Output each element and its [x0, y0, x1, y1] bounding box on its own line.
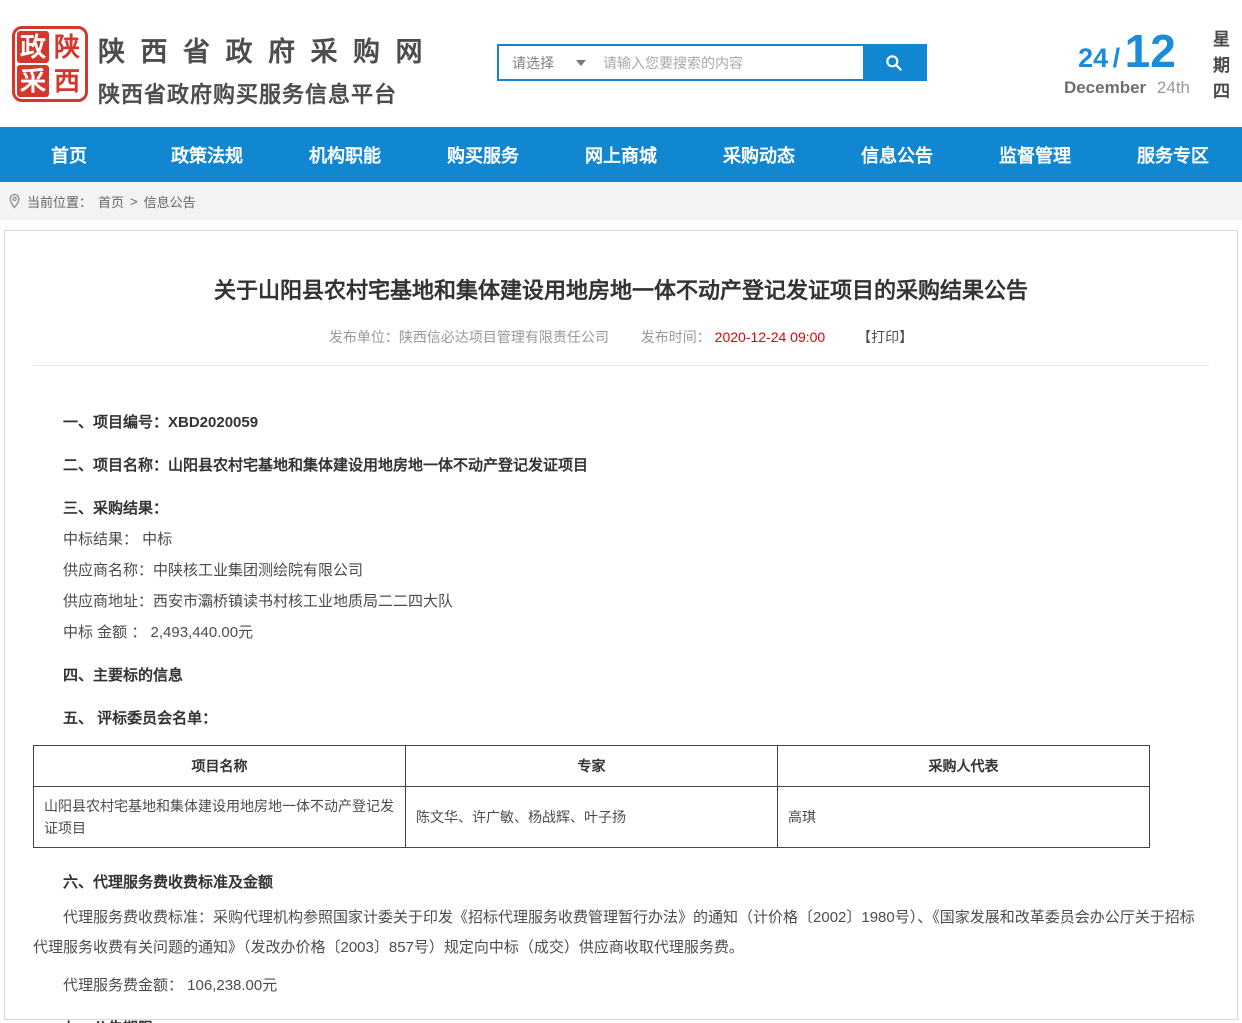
- nav-item-service-zone[interactable]: 服务专区: [1104, 127, 1242, 182]
- article-panel: 关于山阳县农村宅基地和集体建设用地房地一体不动产登记发证项目的采购结果公告 发布…: [4, 230, 1238, 1020]
- publish-time-label: 发布时间：: [641, 329, 711, 345]
- publish-time-value: 2020-12-24 09:00: [715, 329, 826, 345]
- logo-char: 政: [17, 31, 49, 63]
- page-title: 关于山阳县农村宅基地和集体建设用地房地一体不动产登记发证项目的采购结果公告: [33, 273, 1209, 305]
- search-input[interactable]: [603, 46, 863, 79]
- site-logo[interactable]: 政 陕 采 西: [12, 26, 88, 102]
- nav-item-online-mall[interactable]: 网上商城: [552, 127, 690, 182]
- location-pin-icon: [8, 193, 21, 209]
- nav-item-supervision[interactable]: 监督管理: [966, 127, 1104, 182]
- divider: [33, 365, 1209, 366]
- site-subtitle: 陕西省政府购买服务信息平台: [98, 77, 427, 109]
- agency-fee-amount: 代理服务费金额： 106,238.00元: [33, 977, 1209, 994]
- nav-item-home[interactable]: 首页: [0, 127, 138, 182]
- section-project-number: 一、项目编号：XBD2020059: [33, 414, 1209, 431]
- breadcrumb-separator: >: [130, 194, 138, 209]
- table-row: 山阳县农村宅基地和集体建设用地房地一体不动产登记发证项目 陈文华、许广敏、杨战辉…: [34, 787, 1150, 848]
- date-widget: 24 / 12 December 24th: [1064, 24, 1190, 98]
- date-day: 24: [1078, 43, 1108, 73]
- site-title: 陕 西 省 政 府 采 购 网: [98, 30, 427, 69]
- section-committee: 五、 评标委员会名单：: [33, 710, 1209, 727]
- date-month-name: December: [1064, 78, 1146, 97]
- breadcrumb-current: 信息公告: [144, 192, 196, 211]
- date-numeric: 24 / 12: [1064, 24, 1190, 78]
- section-result-heading: 三、采购结果：: [33, 500, 1209, 517]
- main-nav: 首页 政策法规 机构职能 购买服务 网上商城 采购动态 信息公告 监督管理 服务…: [0, 127, 1242, 182]
- date-month: 12: [1125, 25, 1176, 77]
- nav-item-procurement[interactable]: 采购动态: [690, 127, 828, 182]
- nav-item-announcement[interactable]: 信息公告: [828, 127, 966, 182]
- committee-table: 项目名称 专家 采购人代表 山阳县农村宅基地和集体建设用地房地一体不动产登记发证…: [33, 745, 1150, 848]
- cell-project-name: 山阳县农村宅基地和集体建设用地房地一体不动产登记发证项目: [34, 787, 406, 848]
- date-day-ordinal: 24th: [1157, 78, 1190, 97]
- article-meta: 发布单位：陕西信必达项目管理有限责任公司 发布时间： 2020-12-24 09…: [33, 327, 1209, 347]
- site-titles: 陕 西 省 政 府 采 购 网 陕西省政府购买服务信息平台: [98, 30, 427, 109]
- section-project-name: 二、项目名称：山阳县农村宅基地和集体建设用地房地一体不动产登记发证项目: [33, 457, 1209, 474]
- agency-fee-standard: 代理服务费收费标准：采购代理机构参照国家计委关于印发《招标代理服务收费管理暂行办…: [33, 903, 1209, 963]
- supplier-name: 供应商名称：中陕核工业集团测绘院有限公司: [33, 562, 1209, 579]
- breadcrumb: 当前位置： 首页 > 信息公告: [0, 182, 1242, 220]
- award-amount: 中标 金额 ： 2,493,440.00元: [33, 624, 1209, 641]
- logo-char: 西: [51, 65, 83, 97]
- col-header-project: 项目名称: [34, 746, 406, 787]
- date-text: December 24th: [1064, 78, 1190, 98]
- nav-item-purchase[interactable]: 购买服务: [414, 127, 552, 182]
- chevron-down-icon: [576, 60, 586, 66]
- date-weekday: 星期四: [1207, 30, 1232, 108]
- search-select-label: 请选择: [512, 53, 554, 73]
- print-button[interactable]: 【打印】: [857, 329, 913, 345]
- search-button[interactable]: [863, 46, 925, 79]
- cell-buyer-rep: 高琪: [778, 787, 1150, 848]
- result-line: 中标结果： 中标: [33, 531, 1209, 548]
- publisher-value: 陕西信必达项目管理有限责任公司: [399, 329, 609, 345]
- col-header-experts: 专家: [406, 746, 778, 787]
- publisher-label: 发布单位：: [329, 329, 399, 345]
- search-bar: 请选择: [497, 44, 927, 81]
- search-icon: [884, 53, 904, 73]
- nav-item-policy[interactable]: 政策法规: [138, 127, 276, 182]
- section-agency-fee: 六、代理服务费收费标准及金额: [33, 874, 1209, 891]
- breadcrumb-label: 当前位置：: [27, 192, 92, 211]
- logo-char: 采: [17, 65, 49, 97]
- site-header: 政 陕 采 西 陕 西 省 政 府 采 购 网 陕西省政府购买服务信息平台 请选…: [0, 0, 1242, 127]
- col-header-buyer-rep: 采购人代表: [778, 746, 1150, 787]
- cell-experts: 陈文华、许广敏、杨战辉、叶子扬: [406, 787, 778, 848]
- date-separator: /: [1113, 43, 1121, 73]
- nav-item-functions[interactable]: 机构职能: [276, 127, 414, 182]
- publisher-info: 发布单位：陕西信必达项目管理有限责任公司: [329, 329, 609, 345]
- section-main-subject: 四、主要标的信息: [33, 667, 1209, 684]
- table-header-row: 项目名称 专家 采购人代表: [34, 746, 1150, 787]
- breadcrumb-home[interactable]: 首页: [98, 192, 124, 211]
- logo-char: 陕: [51, 31, 83, 63]
- supplier-address: 供应商地址：西安市灞桥镇读书村核工业地质局二二四大队: [33, 593, 1209, 610]
- search-category-select[interactable]: 请选择: [499, 46, 603, 79]
